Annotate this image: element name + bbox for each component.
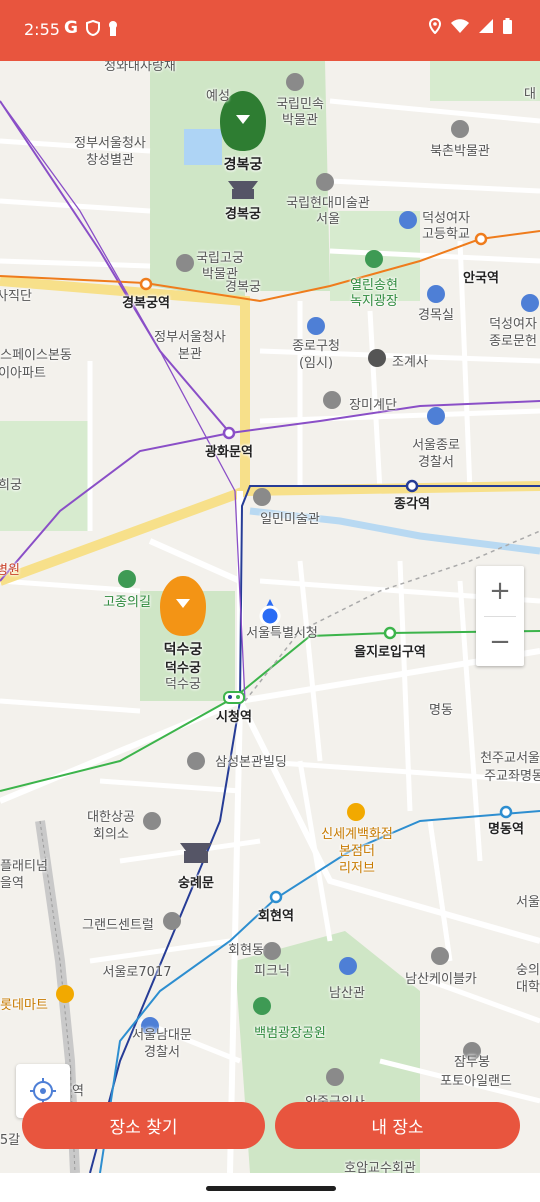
map-label: 희궁 — [0, 478, 22, 493]
home-handle[interactable] — [206, 1186, 336, 1191]
map-view[interactable]: 청와대사랑채 예성 국립민속 박물관 정부서울청사 창성별관 경복궁 경복궁 북촌박물관 국립현대… — [0, 61, 540, 1173]
map-label: 경복궁 — [225, 207, 261, 222]
map-label: 청와대사랑채 — [104, 61, 176, 74]
status-bar: 2:55 G — [0, 0, 540, 61]
map-label: 백범광장공원 — [254, 1026, 326, 1041]
status-time: 2:55 — [24, 20, 60, 39]
wifi-icon — [451, 19, 469, 33]
map-label: 호암교수회관 — [344, 1161, 416, 1173]
my-places-button[interactable]: 내 장소 — [275, 1102, 520, 1149]
shield-icon — [85, 20, 100, 36]
map-label: 서울특별시청 — [246, 626, 318, 641]
map-label: 종로문헌 — [489, 334, 537, 349]
map-label: 회의소 — [93, 827, 129, 842]
map-label: 리저브 — [339, 861, 375, 876]
map-label: 서울로7017 — [102, 965, 172, 980]
map-label: 서울 — [516, 895, 540, 910]
map-label: 대학 — [516, 980, 540, 995]
palace-icon-gyeongbok — [228, 181, 258, 199]
map-label: 그랜드센트럴 — [82, 918, 154, 933]
map-label: 종각역 — [394, 497, 430, 512]
map-label: 롯데마트 — [0, 998, 48, 1013]
navigation-bar — [0, 1173, 540, 1202]
map-label: 서울 — [316, 212, 340, 227]
map-label: 고종의길 — [103, 595, 151, 610]
map-label: 창성별관 — [86, 153, 134, 168]
map-label: 회현역 — [258, 909, 294, 924]
signal-icon — [479, 19, 493, 33]
map-label: 남산케이블카 — [405, 972, 477, 987]
google-icon: G — [64, 18, 78, 38]
map-label: 박물관 — [282, 113, 318, 128]
map-label: 피크닉 — [254, 964, 290, 979]
map-label: 대 — [524, 87, 536, 102]
palace-icon-sungnye — [180, 843, 212, 863]
map-label: 경찰서 — [418, 455, 454, 470]
zoom-control: + − — [476, 566, 524, 666]
map-label: 을지로입구역 — [354, 645, 426, 660]
map-label: 남산관 — [329, 986, 365, 1001]
map-label: 스페이스본동 — [0, 348, 72, 363]
map-label: 경목실 — [418, 308, 454, 323]
map-label: 포토아일랜드 — [440, 1074, 512, 1089]
marker-label-deoksugung: 덕수궁 — [163, 642, 203, 658]
map-label: (임시) — [298, 356, 334, 371]
map-label: 역 — [72, 1084, 84, 1099]
map-label: 병원 — [0, 563, 20, 578]
map-label: 주교좌명동 — [484, 769, 540, 784]
map-label: 일민미술관 — [260, 512, 320, 527]
map-label: 안국역 — [463, 271, 499, 286]
zoom-out-button[interactable]: − — [476, 617, 524, 667]
find-place-button[interactable]: 장소 찾기 — [22, 1102, 265, 1149]
keyhole-icon — [108, 21, 117, 36]
map-label: 명동 — [429, 703, 453, 718]
map-label: 잠두봉 — [454, 1055, 490, 1070]
pond — [184, 129, 222, 165]
map-label: 경복궁역 — [122, 296, 170, 311]
map-label: 녹지광장 — [350, 294, 398, 309]
zoom-in-button[interactable]: + — [476, 566, 524, 616]
marker-label-gyeongbokgung: 경복궁 — [223, 157, 263, 173]
map-label: 사직단 — [0, 289, 32, 304]
map-label: 예성 — [206, 89, 230, 104]
battery-icon — [503, 18, 512, 34]
map-label: 삼성본관빌딩 — [215, 755, 287, 770]
marker-deoksugung — [160, 576, 206, 636]
map-label: 5갈 — [0, 1133, 21, 1148]
map-label: 광화문역 — [205, 445, 253, 460]
map-label: 본관 — [178, 347, 202, 362]
map-label: 북촌박물관 — [430, 144, 490, 159]
map-label: 고등학교 — [422, 227, 470, 242]
map-label: 경찰서 — [144, 1045, 180, 1060]
map-label: 덕수궁 — [165, 677, 201, 692]
location-icon — [429, 18, 441, 34]
map-label: 천주교서울 — [480, 751, 540, 766]
map-label: 장미계단 — [349, 398, 397, 413]
map-label: 숭례문 — [178, 876, 214, 891]
map-label: 박물관 — [202, 267, 238, 282]
map-label: 이아파트 — [0, 366, 46, 381]
map-label: 을역 — [0, 876, 24, 891]
map-label: 명동역 — [488, 822, 524, 837]
map-label: 회현동 — [228, 943, 264, 958]
map-label: 시청역 — [216, 710, 252, 725]
map-label: 조계사 — [392, 355, 428, 370]
